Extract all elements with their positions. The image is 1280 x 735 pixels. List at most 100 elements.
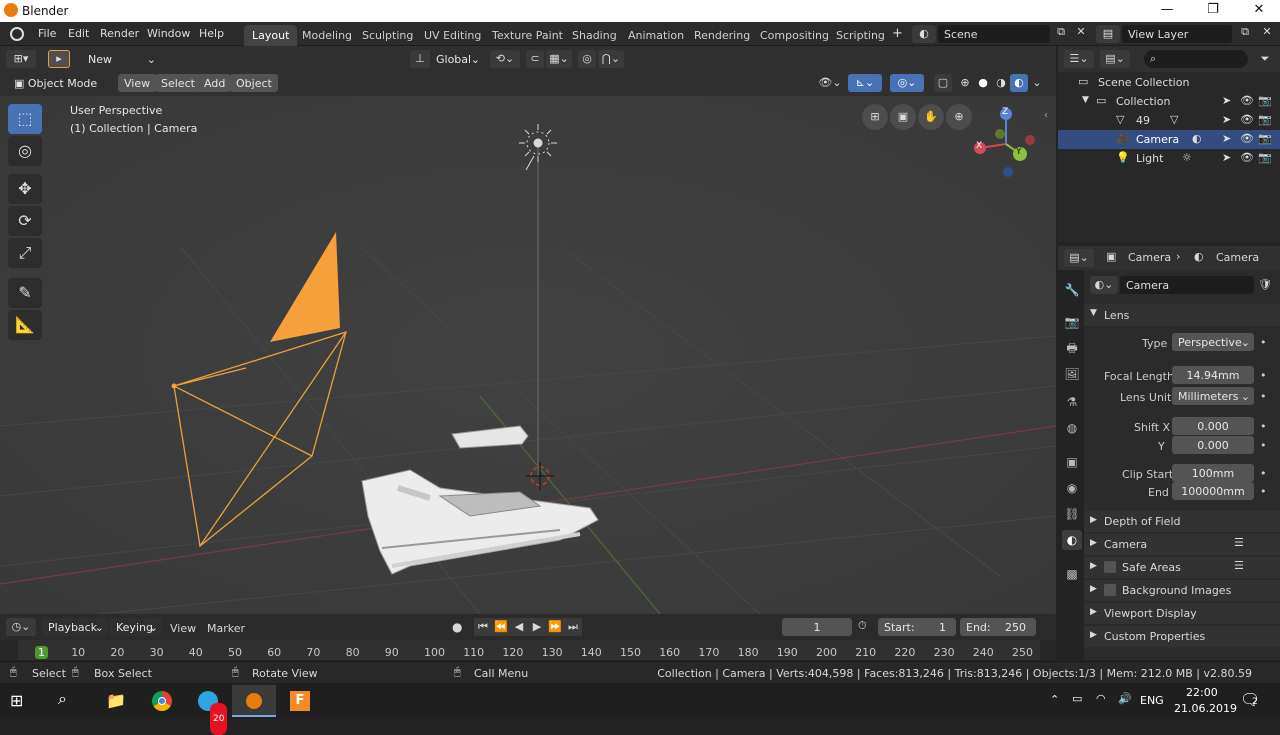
use-preview-range-icon[interactable]: ⏱ <box>858 619 867 633</box>
camera-panel[interactable]: ▶ Camera ☰ <box>1084 534 1280 555</box>
outliner-item-49[interactable]: ▽ 49 ▽ ➤ 👁 📷 <box>1058 111 1280 130</box>
volume-icon[interactable]: 🔊 <box>1118 692 1132 705</box>
play-reverse-icon[interactable]: ◀ <box>510 618 528 636</box>
keyframe-dot-icon[interactable]: • <box>1260 336 1267 349</box>
jump-start-icon[interactable]: ⏮ <box>474 618 492 636</box>
render-toggle-icon[interactable]: 📷 <box>1258 113 1272 126</box>
tab-texture-paint[interactable]: Texture Paint <box>484 25 571 46</box>
depth-of-field-panel[interactable]: ▶ Depth of Field <box>1084 511 1280 532</box>
select-tool-icon[interactable]: ▸ <box>48 50 70 68</box>
next-keyframe-icon[interactable]: ⏩ <box>546 618 564 636</box>
background-images-panel[interactable]: ▶ Background Images <box>1084 580 1280 601</box>
tab-compositing[interactable]: Compositing <box>752 25 837 46</box>
minimize-button[interactable]: — <box>1144 2 1190 20</box>
display-mode-icon[interactable]: ▤⌄ <box>1100 50 1130 68</box>
editor-type-icon[interactable]: ⊞▾ <box>6 50 36 68</box>
tab-shading[interactable]: Shading <box>564 25 625 46</box>
scene-field[interactable]: Scene <box>938 25 1050 43</box>
app-f-icon[interactable]: F <box>278 685 322 717</box>
render-properties-icon[interactable]: 📷 <box>1062 312 1082 332</box>
keyframe-dot-icon[interactable]: • <box>1260 369 1267 382</box>
start-frame-field[interactable]: Start: 1 <box>878 618 956 636</box>
prev-keyframe-icon[interactable]: ⏪ <box>492 618 510 636</box>
snap-icon[interactable]: ⊂ <box>526 50 544 68</box>
output-properties-icon[interactable]: 🖶 <box>1062 338 1082 358</box>
scene-properties-icon[interactable]: ⚗ <box>1062 392 1082 412</box>
keying-menu[interactable]: Keying ⌄ <box>110 618 162 636</box>
outliner-collection[interactable]: ▼ ▭ Collection ➤ 👁 📷 <box>1058 92 1280 111</box>
lens-unit-dropdown[interactable]: Millimeters ⌄ <box>1172 387 1254 405</box>
visibility-eye-icon[interactable]: 👁 <box>1240 132 1254 145</box>
outliner-item-camera[interactable]: 🎥 Camera ◐ ➤ 👁 📷 <box>1058 130 1280 149</box>
new-scene-icon[interactable]: ⧉ <box>1052 25 1070 43</box>
camera-data-name-field[interactable]: Camera <box>1120 276 1254 294</box>
new-dropdown[interactable]: New ⌄ <box>82 50 162 68</box>
outliner-search-input[interactable]: ⌕ <box>1144 50 1248 68</box>
tab-sculpting[interactable]: Sculpting <box>354 25 421 46</box>
taskbar-date[interactable]: 21.06.2019 <box>1174 702 1237 715</box>
shift-x-field[interactable]: 0.000 <box>1172 417 1254 435</box>
menu-file[interactable]: File <box>38 27 56 40</box>
3d-viewport[interactable]: User Perspective (1) Collection | Camera… <box>0 96 1056 614</box>
sidebar-toggle-icon[interactable]: ‹ <box>1044 110 1048 121</box>
constraints-properties-icon[interactable]: ⛓ <box>1062 504 1082 524</box>
file-explorer-icon[interactable]: 📁 <box>94 685 138 717</box>
language-indicator[interactable]: ENG <box>1140 694 1164 707</box>
tray-chevron-icon[interactable]: ⌃ <box>1050 693 1059 706</box>
current-frame-field[interactable]: 1 <box>782 618 852 636</box>
toggle-camera-view-icon[interactable]: ⊞ <box>862 104 888 130</box>
keyframe-dot-icon[interactable]: • <box>1260 390 1267 403</box>
select-toggle-icon[interactable]: ➤ <box>1222 94 1231 107</box>
pan-view-icon[interactable]: ✋ <box>918 104 944 130</box>
select-toggle-icon[interactable]: ➤ <box>1222 132 1231 145</box>
solid-shading-icon[interactable]: ● <box>974 74 992 92</box>
jump-end-icon[interactable]: ⏭ <box>564 618 582 636</box>
blender-taskbar-icon[interactable] <box>232 685 276 717</box>
tab-animation[interactable]: Animation <box>620 25 692 46</box>
outliner-item-light[interactable]: 💡 Light ☼ ➤ 👁 📷 <box>1058 149 1280 168</box>
fake-user-icon[interactable]: 🛡 <box>1256 276 1274 294</box>
blender-menu-icon[interactable] <box>10 27 24 41</box>
chrome-icon[interactable] <box>140 685 184 717</box>
tab-modeling[interactable]: Modeling <box>294 25 360 46</box>
proportional-edit-icon[interactable]: ◎ <box>578 50 596 68</box>
playback-menu[interactable]: Playback ⌄ <box>42 618 108 636</box>
custom-properties-panel[interactable]: ▶ Custom Properties <box>1084 626 1280 647</box>
cursor-tool-icon[interactable]: ◎ <box>8 136 42 166</box>
windows-start-icon[interactable]: ⊞ <box>10 691 30 711</box>
shift-y-field[interactable]: 0.000 <box>1172 436 1254 454</box>
safe-areas-panel[interactable]: ▶ Safe Areas ☰ <box>1084 557 1280 578</box>
render-toggle-icon[interactable]: 📷 <box>1258 94 1272 107</box>
tab-uv-editing[interactable]: UV Editing <box>416 25 489 46</box>
delete-view-layer-icon[interactable]: ✕ <box>1258 25 1276 43</box>
texture-properties-icon[interactable]: ▩ <box>1062 564 1082 584</box>
close-button[interactable]: ✕ <box>1236 2 1280 20</box>
select-toggle-icon[interactable]: ➤ <box>1222 151 1231 164</box>
world-properties-icon[interactable]: ◍ <box>1062 418 1082 438</box>
select-toggle-icon[interactable]: ➤ <box>1222 113 1231 126</box>
visibility-icon[interactable]: 👁⌄ <box>816 74 844 92</box>
outliner-scene-collection[interactable]: ▭ Scene Collection <box>1058 73 1280 92</box>
expand-arrow-icon[interactable]: ▼ <box>1082 95 1089 105</box>
view-layer-field[interactable]: View Layer <box>1122 25 1232 43</box>
scale-tool-icon[interactable]: ⤢ <box>8 238 42 268</box>
orientation-icon[interactable]: ⊥ <box>410 50 430 68</box>
taskbar-time[interactable]: 22:00 <box>1186 686 1218 699</box>
play-icon[interactable]: ▶ <box>528 618 546 636</box>
maximize-button[interactable]: ❐ <box>1190 2 1236 20</box>
view-layer-icon[interactable]: ▤ <box>1096 25 1120 43</box>
keyframe-dot-icon[interactable]: • <box>1260 439 1267 452</box>
keyframe-dot-icon[interactable]: • <box>1260 420 1267 433</box>
tab-rendering[interactable]: Rendering <box>686 25 758 46</box>
xray-icon[interactable]: ▢ <box>934 74 952 92</box>
wireframe-shading-icon[interactable]: ⊕ <box>956 74 974 92</box>
overlay-toggle-icon[interactable]: ◎⌄ <box>890 74 924 92</box>
menu-view[interactable]: View <box>118 74 157 92</box>
material-shading-icon[interactable]: ◑ <box>992 74 1010 92</box>
visibility-eye-icon[interactable]: 👁 <box>1240 94 1254 107</box>
safe-areas-checkbox[interactable] <box>1104 561 1116 573</box>
visibility-eye-icon[interactable]: 👁 <box>1240 151 1254 164</box>
move-tool-icon[interactable]: ✥ <box>8 174 42 204</box>
rotate-tool-icon[interactable]: ⟳ <box>8 206 42 236</box>
delete-scene-icon[interactable]: ✕ <box>1072 25 1090 43</box>
